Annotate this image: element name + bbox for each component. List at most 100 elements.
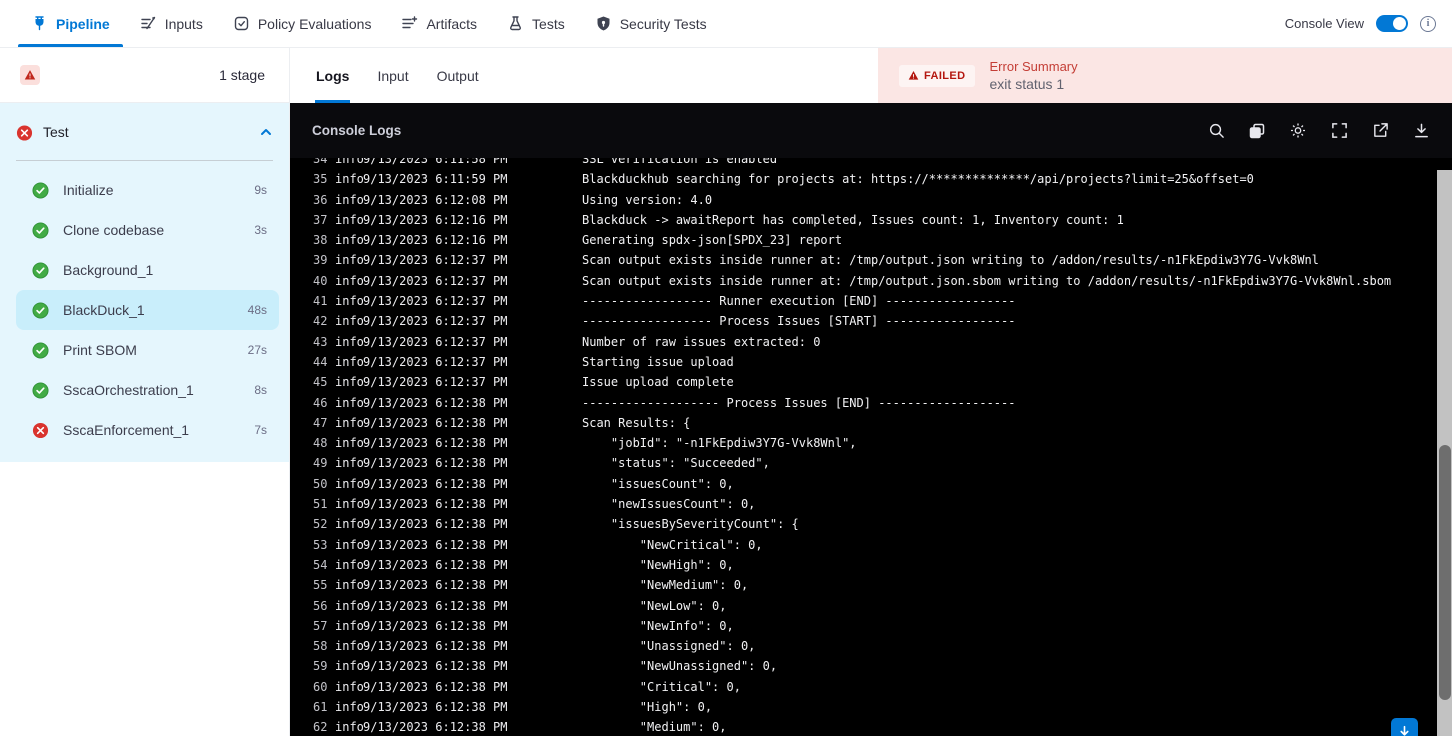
log-message: Scan output exists inside runner at: /tm… — [582, 273, 1392, 288]
gear-icon[interactable] — [1289, 122, 1307, 140]
stage-panel: Test Initialize 9s Clone codebase 3s Bac… — [0, 103, 289, 462]
external-link-icon[interactable] — [1371, 122, 1389, 140]
log-line: 58 info 9/13/2023 6:12:38 PM "Unassigned… — [290, 636, 1452, 656]
chevron-up-icon[interactable] — [259, 125, 273, 139]
log-message: Using version: 4.0 — [582, 192, 713, 207]
info-icon[interactable]: i — [1420, 15, 1436, 32]
log-timestamp: 9/13/2023 6:12:38 PM — [363, 517, 508, 532]
step-row-print-sbom[interactable]: Print SBOM 27s — [16, 330, 279, 370]
toggle-knob — [1393, 17, 1406, 30]
log-line-number: 49 — [313, 456, 328, 471]
log-line-number: 52 — [313, 517, 328, 532]
stage-count: 1 stage — [219, 67, 265, 83]
step-row-clone-codebase[interactable]: Clone codebase 3s — [16, 210, 279, 250]
step-row-sscaenforcement-1[interactable]: SscaEnforcement_1 7s — [16, 410, 279, 450]
log-line: 49 info 9/13/2023 6:12:38 PM "status": "… — [290, 453, 1452, 473]
nav-tab-inputs[interactable]: Inputs — [125, 0, 218, 47]
log-line-number: 60 — [313, 679, 328, 694]
log-line: 53 info 9/13/2023 6:12:38 PM "NewCritica… — [290, 535, 1452, 555]
console-actions — [1207, 122, 1430, 140]
log-message: "issuesCount": 0, — [582, 476, 734, 491]
log-message: Scan output exists inside runner at: /tm… — [582, 253, 1319, 268]
nav-tab-policy-evaluations[interactable]: Policy Evaluations — [218, 0, 387, 47]
step-row-sscaorchestration-1[interactable]: SscaOrchestration_1 8s — [16, 370, 279, 410]
log-line: 59 info 9/13/2023 6:12:38 PM "NewUnassig… — [290, 656, 1452, 676]
stage-header-test[interactable]: Test — [0, 103, 289, 161]
log-line-number: 55 — [313, 578, 328, 593]
log-timestamp: 9/13/2023 6:12:16 PM — [363, 212, 508, 227]
log-level: info — [335, 700, 364, 715]
fullscreen-icon[interactable] — [1330, 122, 1348, 140]
search-icon[interactable] — [1207, 122, 1225, 140]
log-level: info — [335, 436, 364, 451]
log-level: info — [335, 639, 364, 654]
tab-logs[interactable]: Logs — [302, 48, 363, 103]
stage-failed-warning-icon — [20, 65, 40, 85]
step-row-blackduck-1[interactable]: BlackDuck_1 48s — [16, 290, 279, 330]
log-line: 39 info 9/13/2023 6:12:37 PM Scan output… — [290, 250, 1452, 270]
log-viewport[interactable]: 34 info 9/13/2023 6:11:58 PM SSL verific… — [290, 158, 1452, 736]
console-logs-title: Console Logs — [312, 123, 402, 138]
log-line: 37 info 9/13/2023 6:12:16 PM Blackduck -… — [290, 210, 1452, 230]
step-row-initialize[interactable]: Initialize 9s — [16, 170, 279, 210]
console-view-toggle[interactable] — [1376, 15, 1408, 32]
nav-tab-pipeline[interactable]: Pipeline — [16, 0, 125, 47]
shield-icon — [595, 15, 612, 32]
tab-label: Input — [377, 67, 409, 84]
log-timestamp: 9/13/2023 6:12:38 PM — [363, 659, 508, 674]
log-message: Blackduckhub searching for projects at: … — [582, 172, 1254, 187]
log-line-number: 56 — [313, 598, 328, 613]
log-line-number: 61 — [313, 700, 328, 715]
tab-input[interactable]: Input — [363, 48, 422, 103]
tab-label: Output — [436, 67, 479, 84]
log-line: 43 info 9/13/2023 6:12:37 PM Number of r… — [290, 332, 1452, 352]
step-duration: 27s — [247, 343, 267, 357]
stage-failed-icon — [16, 124, 33, 141]
nav-tab-label: Policy Evaluations — [257, 15, 372, 32]
log-message: ------------------ Process Issues [START… — [582, 314, 1016, 329]
log-line: 40 info 9/13/2023 6:12:37 PM Scan output… — [290, 271, 1452, 291]
error-summary-panel: FAILED Error Summary exit status 1 — [878, 48, 1452, 103]
log-line-number: 53 — [313, 537, 328, 552]
log-level: info — [335, 679, 364, 694]
log-message: "NewHigh": 0, — [582, 557, 734, 572]
log-timestamp: 9/13/2023 6:12:38 PM — [363, 456, 508, 471]
log-message: "NewCritical": 0, — [582, 537, 763, 552]
log-level: info — [335, 395, 364, 410]
log-timestamp: 9/13/2023 6:12:38 PM — [363, 700, 508, 715]
nav-tab-security-tests[interactable]: Security Tests — [580, 0, 722, 47]
arrow-down-icon — [1400, 725, 1409, 736]
step-row-background-1[interactable]: Background_1 — [16, 250, 279, 290]
download-icon[interactable] — [1412, 122, 1430, 140]
tab-output[interactable]: Output — [423, 48, 493, 103]
log-line: 52 info 9/13/2023 6:12:38 PM "issuesBySe… — [290, 514, 1452, 534]
copy-icon[interactable] — [1248, 122, 1266, 140]
pipeline-icon — [31, 15, 48, 32]
scrollbar-track[interactable] — [1437, 170, 1452, 736]
log-line-number: 38 — [313, 233, 328, 248]
log-timestamp: 9/13/2023 6:11:59 PM — [363, 172, 508, 187]
log-message: "jobId": "-n1FkEpdiw3Y7G-Vvk8Wnl", — [582, 436, 857, 451]
log-line-number: 54 — [313, 557, 328, 572]
nav-tab-artifacts[interactable]: Artifacts — [386, 0, 492, 47]
scroll-to-bottom-button[interactable] — [1391, 718, 1418, 736]
step-name: Background_1 — [63, 262, 154, 278]
scrollbar-thumb[interactable] — [1438, 445, 1451, 700]
log-tabs-row: Logs Input Output FAILED Error Summary e… — [290, 48, 1452, 103]
log-level: info — [335, 517, 364, 532]
step-name: Initialize — [63, 182, 114, 198]
log-level: info — [335, 578, 364, 593]
failed-badge-label: FAILED — [924, 69, 966, 82]
warning-triangle-icon — [908, 71, 919, 80]
log-message: Issue upload complete — [582, 375, 734, 390]
check-circle-icon — [32, 341, 49, 359]
log-message: SSL verification is enabled — [582, 158, 778, 166]
log-level: info — [335, 456, 364, 471]
log-line: 42 info 9/13/2023 6:12:37 PM -----------… — [290, 311, 1452, 331]
log-line-number: 48 — [313, 436, 328, 451]
log-level: info — [335, 476, 364, 491]
log-message: ------------------- Process Issues [END]… — [582, 395, 1016, 410]
log-message: Scan Results: { — [582, 415, 691, 430]
nav-tab-tests[interactable]: Tests — [492, 0, 580, 47]
log-timestamp: 9/13/2023 6:12:37 PM — [363, 375, 508, 390]
